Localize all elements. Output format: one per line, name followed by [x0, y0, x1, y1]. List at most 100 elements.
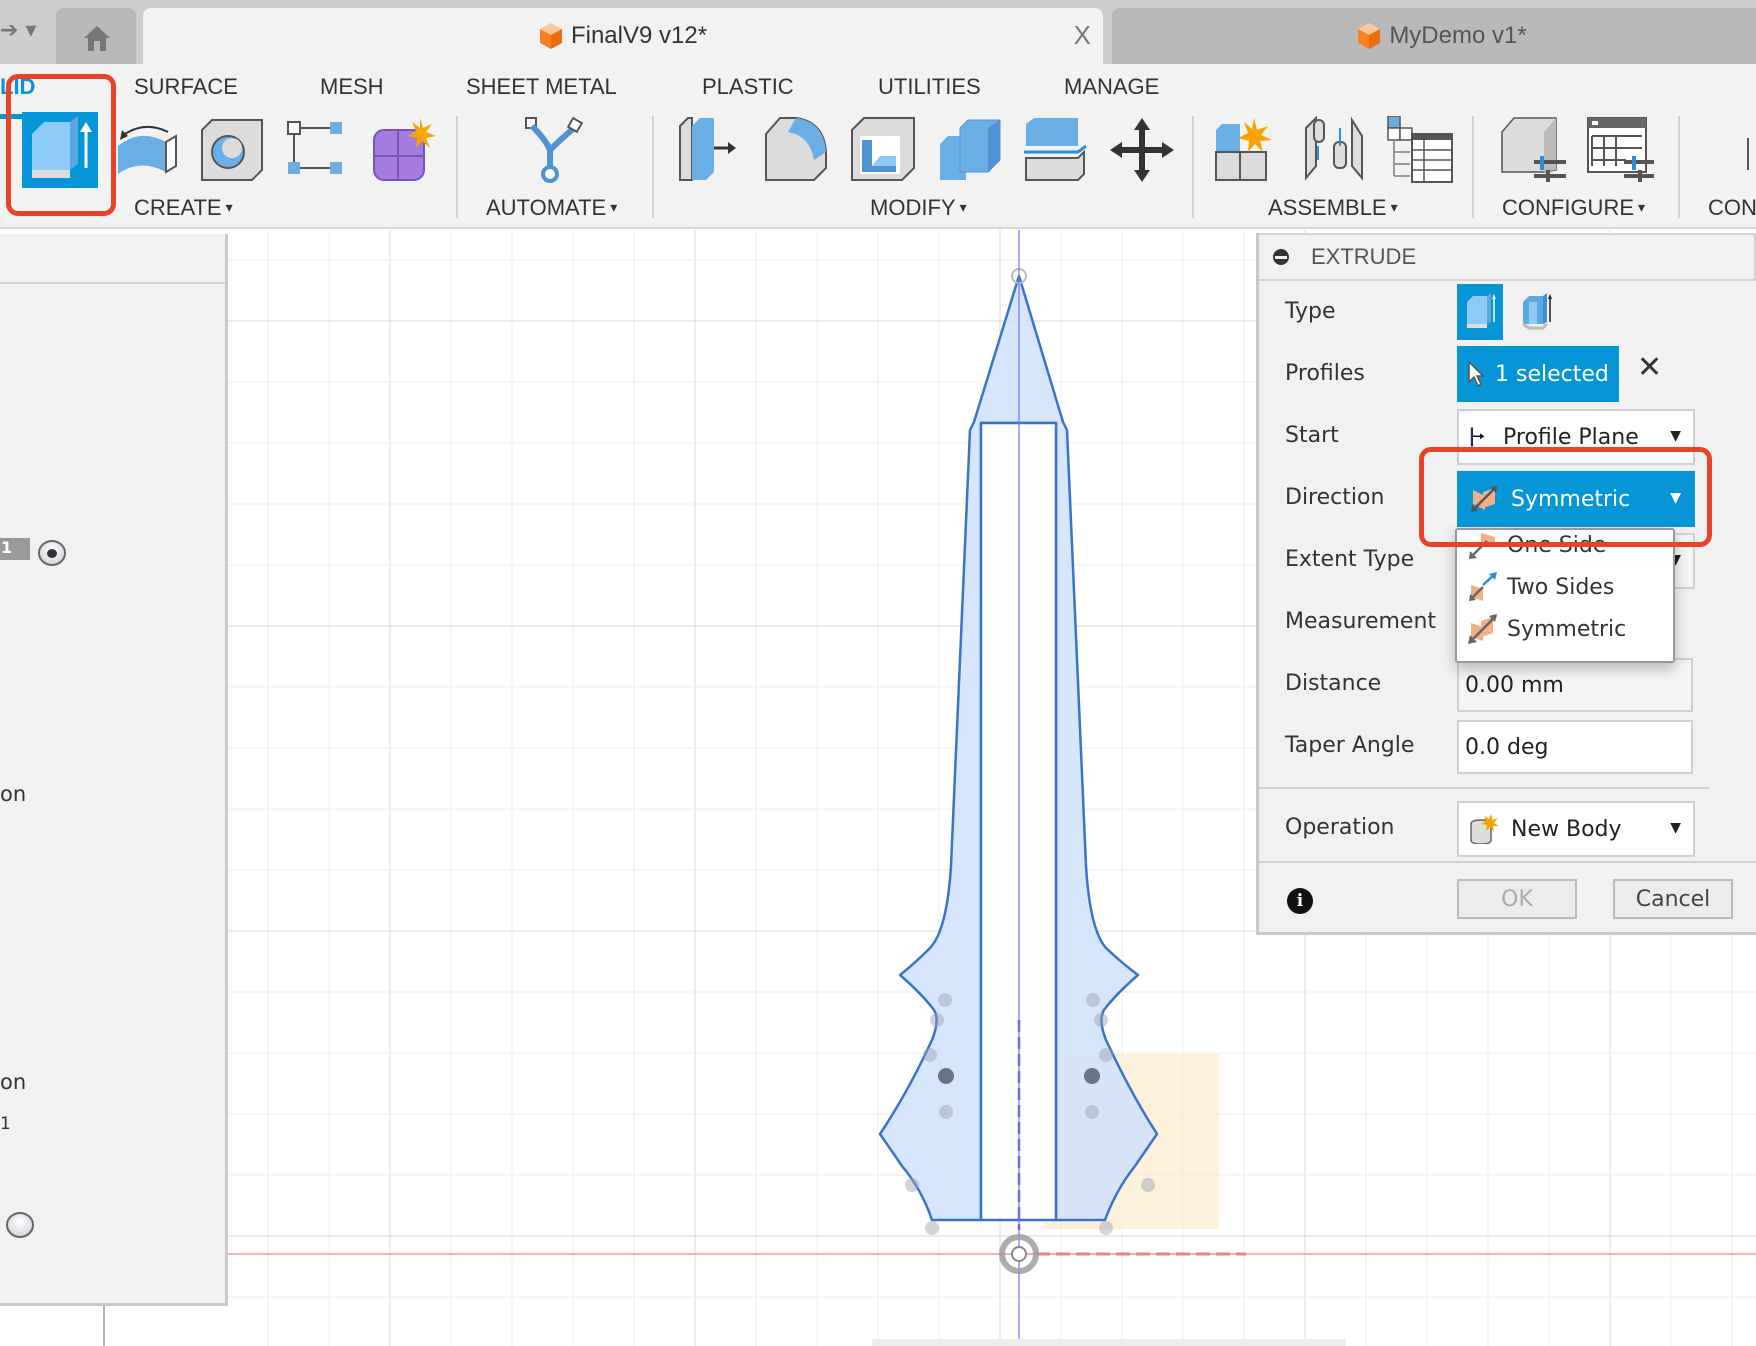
type-thin-button[interactable]: [1513, 284, 1559, 340]
distance-label: Distance: [1285, 671, 1382, 696]
radio-unselected[interactable]: [6, 1212, 34, 1238]
taper-angle-input[interactable]: 0.0 deg: [1457, 720, 1693, 774]
construct-button[interactable]: [1744, 116, 1756, 184]
chevron-down-icon: ▾: [225, 199, 233, 215]
profiles-label: Profiles: [1285, 361, 1365, 386]
joint-button[interactable]: [1300, 115, 1368, 184]
home-icon: [84, 26, 110, 51]
control-point[interactable]: [1084, 1068, 1100, 1084]
split-body-icon: [1024, 118, 1087, 181]
clear-selection-icon[interactable]: ✕: [1637, 350, 1662, 385]
control-point[interactable]: [939, 1105, 953, 1119]
chevron-down-icon: ▾: [1390, 199, 1398, 215]
browser-panel-header: [0, 234, 225, 284]
cancel-button[interactable]: Cancel: [1613, 879, 1733, 919]
footer-divider: [1259, 861, 1756, 863]
component-table-button[interactable]: [1386, 115, 1454, 184]
nav-arrow-icon[interactable]: ➔ ▾: [0, 18, 36, 43]
info-icon[interactable]: i: [1287, 888, 1313, 914]
form-button[interactable]: [370, 116, 438, 184]
ribbon-separator: [1678, 116, 1680, 218]
home-tab[interactable]: [56, 8, 136, 64]
symmetric-icon: [1468, 614, 1497, 644]
tab-surface[interactable]: SURFACE: [134, 74, 238, 100]
press-pull-button[interactable]: [678, 116, 746, 184]
type-solid-button[interactable]: [1457, 284, 1503, 340]
control-point[interactable]: [938, 993, 952, 1007]
control-point[interactable]: [1086, 993, 1100, 1007]
tab-plastic[interactable]: PLASTIC: [702, 74, 794, 100]
document-tab-finalv9[interactable]: FinalV9 v12* X: [143, 8, 1103, 64]
control-point[interactable]: [1094, 1013, 1108, 1027]
pattern-button[interactable]: [284, 116, 352, 184]
ribbon-separator: [1472, 116, 1474, 218]
new-body-icon: [1470, 814, 1499, 844]
document-tab-title: MyDemo v1*: [1389, 22, 1527, 49]
tab-sheet-metal[interactable]: SHEET METAL: [466, 74, 617, 100]
group-modify[interactable]: MODIFY ▾: [870, 195, 967, 221]
extrude-dialog-header[interactable]: EXTRUDE: [1259, 233, 1756, 281]
distance-input[interactable]: 0.00 mm: [1457, 658, 1693, 712]
chevron-down-icon: ▾: [1638, 199, 1646, 215]
annotation-highlight-extrude: [6, 74, 116, 216]
ribbon-separator: [456, 116, 458, 218]
control-point[interactable]: [1099, 1048, 1113, 1062]
control-point[interactable]: [938, 1068, 954, 1084]
hole-icon: [201, 119, 263, 181]
ribbon-separator: [652, 116, 654, 218]
joint-icon: [1305, 115, 1363, 181]
radio-selected[interactable]: [38, 540, 66, 566]
group-create[interactable]: CREATE ▾: [134, 195, 233, 221]
group-configure[interactable]: CONFIGURE ▾: [1502, 195, 1645, 221]
menu-item-two-sides[interactable]: Two Sides: [1467, 568, 1614, 606]
shell-icon: [851, 117, 915, 181]
move-icon: [1110, 118, 1174, 182]
browser-panel: 1 on on 1: [0, 234, 228, 1306]
component-table-icon: [1387, 115, 1453, 183]
radio-dot: [47, 549, 57, 558]
profiles-selection-button[interactable]: 1 selected: [1457, 346, 1619, 402]
control-point[interactable]: [923, 1048, 937, 1062]
operation-dropdown[interactable]: New Body ▼: [1457, 801, 1695, 857]
control-point[interactable]: [1085, 1105, 1099, 1119]
configure-model-button[interactable]: [1500, 116, 1568, 184]
tab-mesh[interactable]: MESH: [320, 74, 384, 100]
control-point[interactable]: [1141, 1178, 1155, 1192]
taper-angle-label: Taper Angle: [1285, 733, 1415, 758]
sketch-badge[interactable]: 1: [0, 538, 30, 560]
revolve-button[interactable]: [110, 116, 178, 184]
control-point[interactable]: [1099, 1221, 1113, 1235]
control-point[interactable]: [905, 1178, 919, 1192]
group-assemble[interactable]: ASSEMBLE ▾: [1268, 195, 1398, 221]
ribbon-separator: [1192, 116, 1194, 218]
tab-manage[interactable]: MANAGE: [1064, 74, 1159, 100]
split-body-button[interactable]: [1022, 116, 1090, 184]
new-component-button[interactable]: [1214, 116, 1282, 184]
group-construct[interactable]: CON: [1708, 195, 1756, 221]
combine-button[interactable]: [936, 116, 1004, 184]
control-point[interactable]: [925, 1221, 939, 1235]
close-tab-icon[interactable]: X: [1074, 20, 1091, 51]
form-icon: [373, 118, 436, 181]
menu-item-symmetric[interactable]: Symmetric: [1467, 610, 1626, 648]
solid-extrude-icon: [1467, 293, 1496, 328]
control-point[interactable]: [930, 1013, 944, 1027]
two-sides-icon: [1469, 572, 1497, 601]
design-cube-icon: [539, 23, 562, 49]
profiles-value: 1 selected: [1495, 361, 1609, 387]
type-label: Type: [1285, 299, 1336, 324]
group-automate[interactable]: AUTOMATE ▾: [486, 195, 617, 221]
hole-button[interactable]: [198, 116, 266, 184]
shell-button[interactable]: [850, 116, 918, 184]
document-tab-mydemo[interactable]: MyDemo v1*: [1112, 8, 1756, 64]
tab-utilities[interactable]: UTILITIES: [878, 74, 981, 100]
collapse-icon[interactable]: [1273, 249, 1289, 265]
configuration-table-icon: [1587, 117, 1654, 182]
move-button[interactable]: [1108, 116, 1176, 184]
fillet-button[interactable]: [764, 116, 832, 184]
configuration-table-button[interactable]: [1586, 116, 1654, 184]
ok-button[interactable]: OK: [1457, 879, 1577, 919]
panel-text: on: [0, 1070, 27, 1094]
operation-value: New Body: [1511, 816, 1622, 842]
automate-button[interactable]: [520, 116, 588, 184]
